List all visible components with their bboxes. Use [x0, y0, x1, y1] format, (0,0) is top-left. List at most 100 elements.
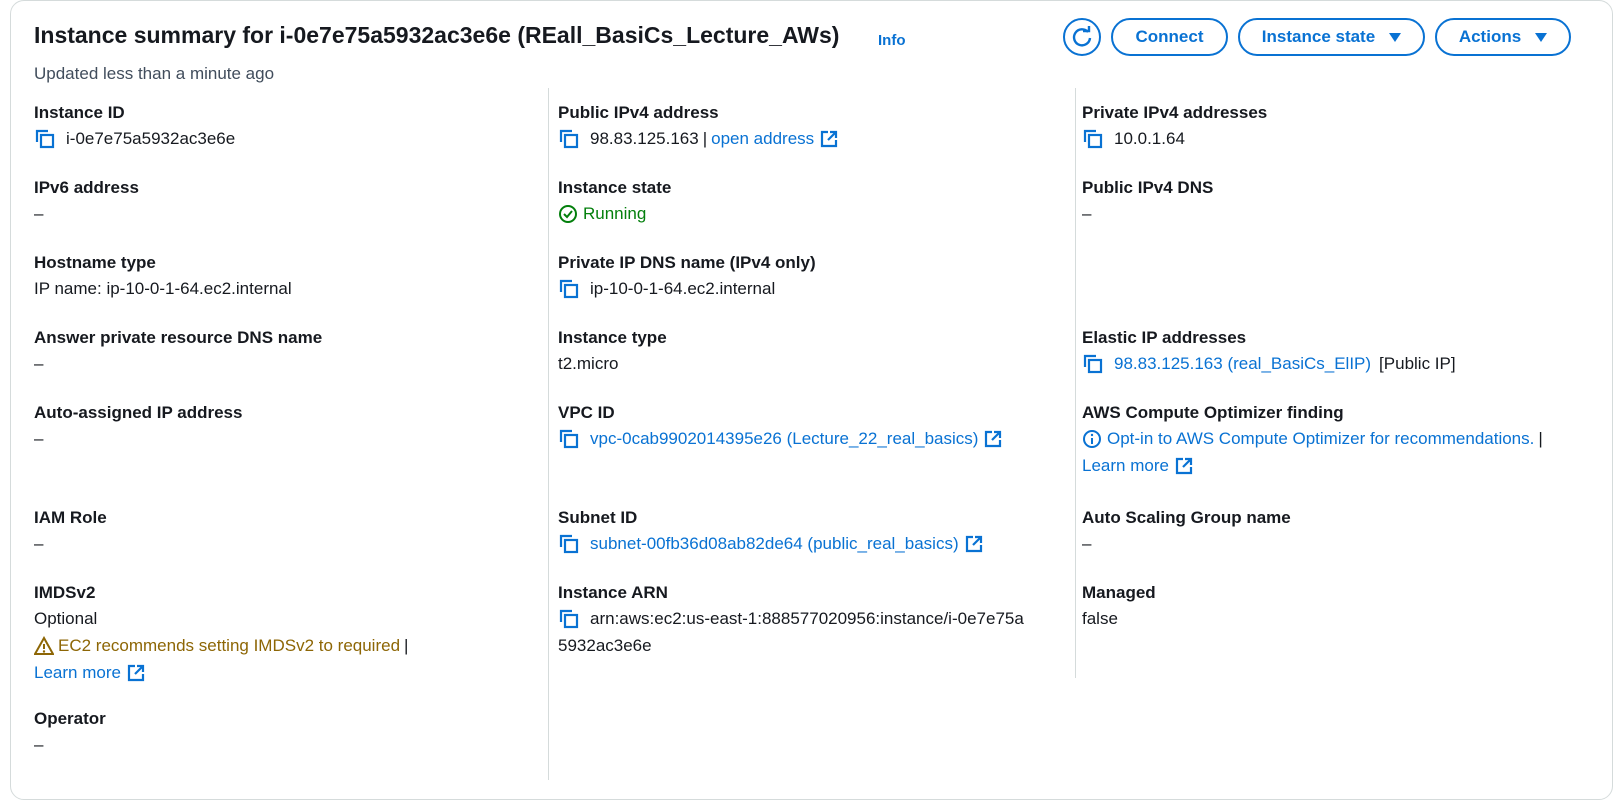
- field-instance-state: Instance state Running: [558, 177, 671, 226]
- field-private-dns: Private IP DNS name (IPv4 only) ip-10-0-…: [558, 252, 816, 301]
- field-label: VPC ID: [558, 403, 615, 422]
- subnet-id-link[interactable]: subnet-00fb36d08ab82de64 (public_real_ba…: [590, 532, 959, 556]
- actions-label: Actions: [1458, 27, 1522, 46]
- learn-more-link[interactable]: Learn more: [1082, 454, 1169, 478]
- copy-icon[interactable]: [558, 608, 580, 630]
- field-vpc-id: VPC ID vpc-0cab9902014395e26 (Lecture_22…: [558, 402, 1002, 451]
- answer-dns-value: –: [34, 354, 44, 373]
- managed-value: false: [1082, 609, 1118, 628]
- refresh-icon: [1072, 26, 1092, 47]
- info-link[interactable]: Info: [878, 32, 906, 49]
- external-link-icon: [1175, 457, 1193, 475]
- asg-value: –: [1082, 534, 1092, 553]
- field-label: Private IP DNS name (IPv4 only): [558, 253, 816, 272]
- field-public-ipv4: Public IPv4 address 98.83.125.163 | open…: [558, 102, 838, 151]
- public-dns-value: –: [1082, 204, 1092, 223]
- optimizer-opt-in-link[interactable]: Opt-in to AWS Compute Optimizer for reco…: [1107, 427, 1534, 451]
- private-dns-value: ip-10-0-1-64.ec2.internal: [590, 279, 776, 298]
- field-label: Auto Scaling Group name: [1082, 508, 1291, 527]
- info-circle-icon: [1083, 430, 1101, 448]
- page-title: Instance summary for i-0e7e75a5932ac3e6e…: [34, 22, 840, 48]
- separator: |: [1538, 429, 1543, 448]
- external-link-icon: [965, 535, 983, 553]
- copy-icon[interactable]: [1082, 353, 1104, 375]
- copy-icon[interactable]: [34, 128, 56, 150]
- field-label: Hostname type: [34, 253, 156, 272]
- operator-value: –: [34, 735, 44, 754]
- field-instance-id: Instance ID i-0e7e75a5932ac3e6e: [34, 102, 235, 151]
- field-elastic-ip: Elastic IP addresses 98.83.125.163 (real…: [1082, 327, 1456, 376]
- private-ipv4-value: 10.0.1.64: [1114, 129, 1185, 148]
- field-answer-dns: Answer private resource DNS name –: [34, 327, 322, 376]
- field-label: Answer private resource DNS name: [34, 328, 323, 347]
- auto-ip-value: –: [34, 429, 44, 448]
- field-label: AWS Compute Optimizer finding: [1082, 403, 1344, 422]
- field-subnet-id: Subnet ID subnet-00fb36d08ab82de64 (publ…: [558, 507, 983, 556]
- field-label: Subnet ID: [558, 508, 638, 527]
- arn-value-line1: arn:aws:ec2:us-east-1:888577020956:insta…: [590, 609, 1024, 628]
- field-asg-name: Auto Scaling Group name –: [1082, 507, 1291, 556]
- copy-icon[interactable]: [558, 278, 580, 300]
- copy-icon[interactable]: [558, 533, 580, 555]
- external-link-icon: [820, 130, 838, 148]
- field-auto-ip: Auto-assigned IP address –: [34, 402, 242, 451]
- field-managed: Managed false: [1082, 582, 1156, 631]
- learn-more-link[interactable]: Learn more: [34, 661, 121, 685]
- column-divider: [1075, 88, 1076, 678]
- instance-state-label: Instance state: [1261, 27, 1376, 46]
- field-label: Private IPv4 addresses: [1082, 103, 1268, 122]
- caret-down-icon: [1535, 32, 1548, 42]
- copy-icon[interactable]: [558, 128, 580, 150]
- warning-icon: [34, 636, 54, 655]
- field-compute-optimizer: AWS Compute Optimizer finding Opt-in to …: [1082, 402, 1547, 478]
- caret-down-icon: [1389, 32, 1402, 42]
- field-label: Public IPv4 DNS: [1082, 178, 1214, 197]
- elastic-ip-suffix: [Public IP]: [1379, 354, 1456, 373]
- field-label: IAM Role: [34, 508, 107, 527]
- hostname-type-value: IP name: ip-10-0-1-64.ec2.internal: [34, 279, 292, 298]
- field-label: Public IPv4 address: [558, 103, 719, 122]
- field-instance-arn: Instance ARN arn:aws:ec2:us-east-1:88857…: [558, 582, 1024, 658]
- field-operator: Operator –: [34, 708, 106, 757]
- instance-state-value: Running: [583, 204, 647, 223]
- refresh-button[interactable]: [1063, 18, 1101, 56]
- connect-button[interactable]: Connect: [1111, 18, 1228, 56]
- actions-button[interactable]: Actions: [1435, 18, 1571, 56]
- updated-text: Updated less than a minute ago: [34, 64, 275, 83]
- field-label: Managed: [1082, 583, 1156, 602]
- separator: |: [702, 129, 708, 148]
- external-link-icon: [127, 664, 145, 682]
- field-label: Instance type: [558, 328, 667, 347]
- field-label: IPv6 address: [34, 178, 139, 197]
- field-public-dns: Public IPv4 DNS –: [1082, 177, 1213, 226]
- field-imdsv2: IMDSv2 Optional EC2 recommends setting I…: [34, 582, 412, 685]
- field-hostname-type: Hostname type IP name: ip-10-0-1-64.ec2.…: [34, 252, 292, 301]
- elastic-ip-link[interactable]: 98.83.125.163 (real_BasiCs_ElIP): [1114, 352, 1371, 376]
- copy-icon[interactable]: [558, 428, 580, 450]
- open-address-link[interactable]: open address: [711, 127, 814, 151]
- field-iam-role: IAM Role –: [34, 507, 107, 556]
- field-label: Elastic IP addresses: [1082, 328, 1247, 347]
- external-link-icon: [984, 430, 1002, 448]
- field-label: Instance ARN: [558, 583, 668, 602]
- field-private-ipv4: Private IPv4 addresses 10.0.1.64: [1082, 102, 1267, 151]
- copy-icon[interactable]: [1082, 128, 1104, 150]
- field-ipv6: IPv6 address –: [34, 177, 139, 226]
- ipv6-value: –: [34, 204, 44, 223]
- field-label: Instance ID: [34, 103, 125, 122]
- field-instance-type: Instance type t2.micro: [558, 327, 667, 376]
- instance-state-button[interactable]: Instance state: [1238, 18, 1425, 56]
- imdsv2-warning: EC2 recommends setting IMDSv2 to require…: [58, 636, 401, 655]
- vpc-id-link[interactable]: vpc-0cab9902014395e26 (Lecture_22_real_b…: [590, 427, 978, 451]
- instance-id-value: i-0e7e75a5932ac3e6e: [66, 129, 236, 148]
- arn-value-line2: 5932ac3e6e: [558, 636, 652, 655]
- field-label: Auto-assigned IP address: [34, 403, 243, 422]
- field-label: Operator: [34, 709, 106, 728]
- public-ipv4-value: 98.83.125.163: [590, 129, 699, 148]
- status-success-icon: [559, 205, 577, 223]
- field-label: IMDSv2: [34, 583, 96, 602]
- imdsv2-value: Optional: [34, 609, 98, 628]
- field-label: Instance state: [558, 178, 672, 197]
- separator: |: [404, 636, 409, 655]
- connect-label: Connect: [1135, 27, 1204, 46]
